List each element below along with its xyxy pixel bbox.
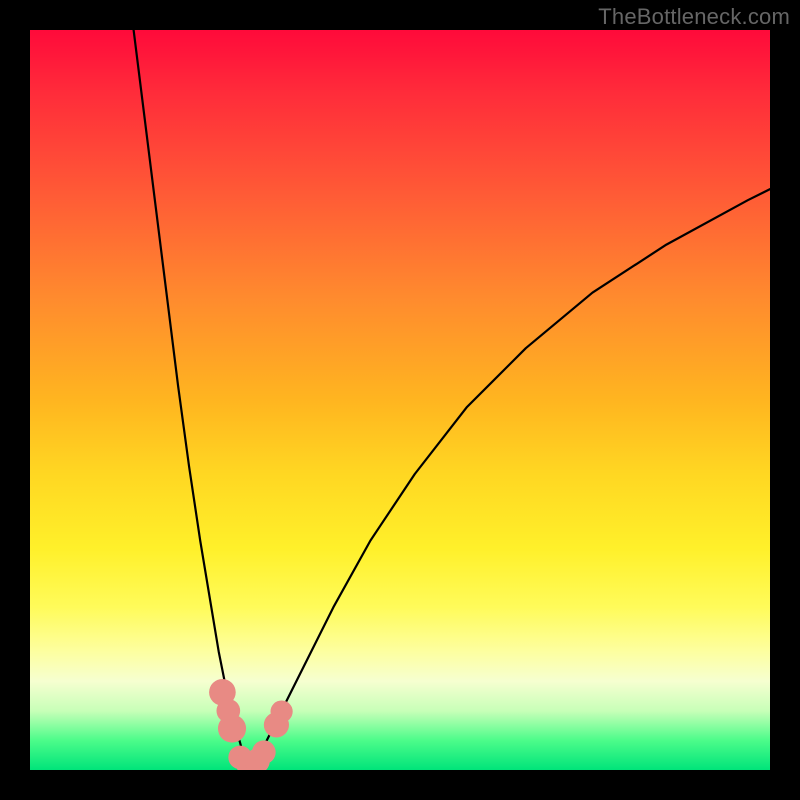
curve-left xyxy=(134,30,249,766)
plot-area xyxy=(30,30,770,770)
chart-frame: TheBottleneck.com xyxy=(0,0,800,800)
watermark-text: TheBottleneck.com xyxy=(598,4,790,30)
curve-right xyxy=(248,189,770,766)
marker-left-cluster-3 xyxy=(218,715,246,743)
marker-right-cluster-2 xyxy=(271,700,293,722)
curve-svg xyxy=(30,30,770,770)
marker-bottom-4 xyxy=(252,740,276,764)
marker-group xyxy=(209,679,293,770)
